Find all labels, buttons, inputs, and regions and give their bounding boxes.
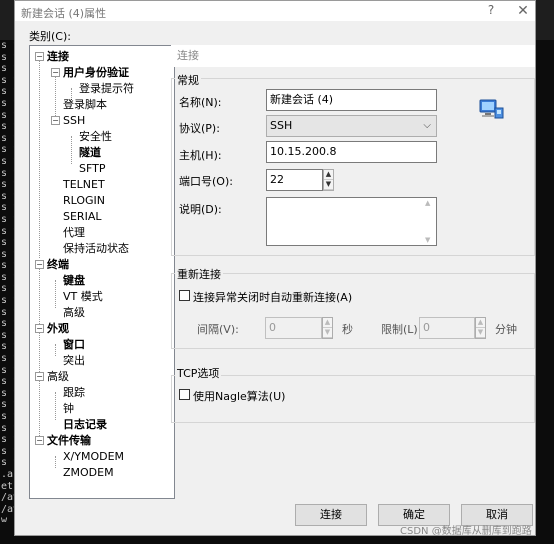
nagle-checkbox[interactable] <box>179 389 190 400</box>
tree-item-sftp[interactable]: SFTP <box>79 161 105 176</box>
tree-item-xymodem[interactable]: X/YMODEM <box>63 449 124 464</box>
tree-item-terminal[interactable]: 终端 <box>47 257 69 272</box>
tree-item-logging[interactable]: 日志记录 <box>63 417 107 432</box>
auto-reconnect-label[interactable]: 连接异常关闭时自动重新连接(A) <box>193 289 352 305</box>
tree-item-trace[interactable]: 跟踪 <box>63 385 85 400</box>
tree-item-login-prompts[interactable]: 登录提示符 <box>79 81 134 96</box>
nagle-label[interactable]: 使用Nagle算法(U) <box>193 388 285 404</box>
connect-button[interactable]: 连接 <box>295 504 367 526</box>
tree-item-rlogin[interactable]: RLOGIN <box>63 193 105 208</box>
tree-item-file-transfer[interactable]: 文件传输 <box>47 433 91 448</box>
limit-unit: 分钟 <box>495 323 517 336</box>
tree-item-connection[interactable]: 连接 <box>47 49 69 64</box>
name-field[interactable]: 新建会话 (4) <box>266 89 437 111</box>
tree-item-advanced[interactable]: 高级 <box>47 369 69 384</box>
auto-reconnect-checkbox[interactable] <box>179 290 190 301</box>
tree-item-highlighting[interactable]: 突出 <box>63 353 85 368</box>
reconnect-group-title: 重新连接 <box>175 266 223 282</box>
name-label: 名称(N): <box>179 96 222 109</box>
tree-item-keep-alive[interactable]: 保持活动状态 <box>63 241 129 256</box>
tree-item-proxy[interactable]: 代理 <box>63 225 85 240</box>
tree-item-ssh[interactable]: SSH <box>63 113 85 128</box>
port-field[interactable]: 22 <box>266 169 323 191</box>
tree-item-window[interactable]: 窗口 <box>63 337 85 352</box>
description-label: 说明(D): <box>179 203 222 216</box>
protocol-label: 协议(P): <box>179 122 220 135</box>
tree-item-appearance[interactable]: 外观 <box>47 321 69 336</box>
port-label: 端口号(O): <box>179 175 233 188</box>
host-label: 主机(H): <box>179 149 222 162</box>
limit-label: 限制(L): <box>381 323 422 336</box>
tree-item-vt-modes[interactable]: VT 模式 <box>63 289 103 304</box>
spin-up-icon[interactable]: ▲ <box>324 170 333 180</box>
tree-item-terminal-advanced[interactable]: 高级 <box>63 305 85 320</box>
port-spinner[interactable]: ▲ ▼ <box>323 169 334 191</box>
tree-item-bell[interactable]: 钟 <box>63 401 74 416</box>
protocol-select[interactable]: SSH ⌵ <box>266 115 437 137</box>
description-field[interactable] <box>266 197 437 246</box>
limit-spinner[interactable]: ▲ ▼ <box>475 317 486 339</box>
tree-item-login-scripts[interactable]: 登录脚本 <box>63 97 107 112</box>
spin-down-icon[interactable]: ▼ <box>324 180 333 190</box>
spin-up-icon[interactable]: ▲ <box>323 318 332 328</box>
limit-field[interactable]: 0 <box>419 317 475 339</box>
help-button[interactable]: ? <box>477 3 505 19</box>
tree-item-telnet[interactable]: TELNET <box>63 177 105 192</box>
watermark-text: CSDN @数据库从删库到跑路 <box>400 526 532 537</box>
session-properties-dialog: 新建会话 (4)属性 ? ✕ 类别(C): − − − − − − − 连接 用… <box>14 0 536 536</box>
tree-item-tunneling[interactable]: 隧道 <box>79 145 101 160</box>
session-computer-icon <box>477 96 505 122</box>
close-button[interactable]: ✕ <box>510 2 536 20</box>
spin-down-icon[interactable]: ▼ <box>476 328 485 338</box>
tree-item-serial[interactable]: SERIAL <box>63 209 101 224</box>
tree-item-security[interactable]: 安全性 <box>79 129 112 144</box>
tcp-options-title: TCP选项 <box>175 365 222 381</box>
spin-down-icon[interactable]: ▼ <box>323 328 332 338</box>
category-label: 类别(C): <box>29 30 71 43</box>
tree-item-authentication[interactable]: 用户身份验证 <box>63 65 129 80</box>
title-bar[interactable]: 新建会话 (4)属性 ? ✕ <box>15 1 535 21</box>
host-field[interactable]: 10.15.200.8 <box>266 141 437 163</box>
general-group-title: 常规 <box>175 72 201 88</box>
scroll-down-icon[interactable]: ▼ <box>425 236 430 244</box>
spin-up-icon[interactable]: ▲ <box>476 318 485 328</box>
interval-spinner[interactable]: ▲ ▼ <box>322 317 333 339</box>
tree-item-zmodem[interactable]: ZMODEM <box>63 465 114 480</box>
interval-unit: 秒 <box>342 323 353 336</box>
page-title: 连接 <box>171 45 535 67</box>
chevron-down-icon: ⌵ <box>423 120 431 131</box>
window-title: 新建会话 (4)属性 <box>21 7 107 20</box>
interval-label: 间隔(V): <box>197 323 239 336</box>
terminal-background-right <box>536 40 554 544</box>
protocol-value: SSH <box>270 119 293 132</box>
interval-field[interactable]: 0 <box>265 317 322 339</box>
description-scrollbar[interactable]: ▲ ▼ <box>425 199 435 244</box>
scroll-up-icon[interactable]: ▲ <box>425 199 430 207</box>
tree-item-keyboard[interactable]: 键盘 <box>63 273 85 288</box>
category-tree[interactable]: − − − − − − − 连接 用户身份验证 登录提示符 登录脚本 SSH 安… <box>29 45 175 499</box>
